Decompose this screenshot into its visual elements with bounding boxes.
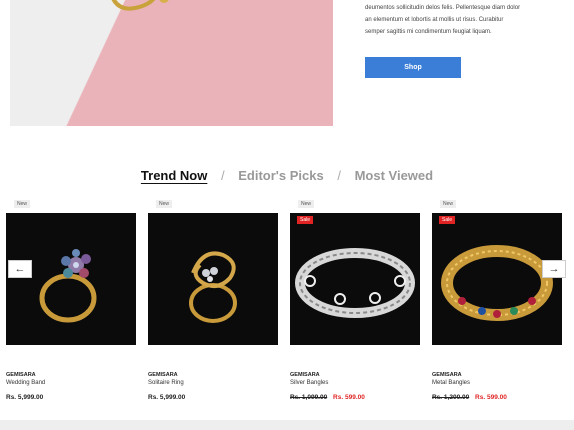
new-badge: New [440, 200, 457, 208]
ring-image [111, 0, 169, 11]
product-image[interactable]: Sale [290, 213, 420, 345]
current-price: Rs. 5,999.00 [148, 394, 186, 401]
hero-image [10, 0, 333, 126]
footer-band [0, 420, 574, 430]
bangle-image [295, 248, 415, 318]
product-price: Rs. 1,200.00 Rs. 599.00 [432, 394, 507, 401]
product-brand: GEMISARA [6, 372, 36, 378]
product-image[interactable] [6, 213, 136, 345]
arrow-left-icon: ← [14, 263, 26, 275]
original-price: Rs. 1,099.00 [290, 394, 328, 401]
hero-description: deumentos sollicitudin delos felis. Pell… [365, 2, 565, 38]
new-badge: New [156, 200, 173, 208]
tab-most-viewed[interactable]: Most Viewed [355, 168, 434, 183]
tab-trend-now[interactable]: Trend Now [141, 168, 207, 183]
original-price: Rs. 1,200.00 [432, 394, 470, 401]
product-name[interactable]: Wedding Band [6, 380, 45, 386]
product-image[interactable]: Sale [432, 213, 562, 345]
product-image[interactable] [148, 213, 278, 345]
bangle-image [441, 245, 553, 321]
carousel-next-button[interactable]: → [542, 260, 566, 278]
carousel-prev-button[interactable]: ← [8, 260, 32, 278]
product-price: Rs. 5,999.00 [148, 394, 185, 401]
arrow-right-icon: → [548, 263, 560, 275]
hero-text-line: semper sagittis mi condimentum feugiat l… [365, 29, 492, 35]
current-price: Rs. 5,999.00 [6, 394, 44, 401]
product-price: Rs. 1,099.00 Rs. 599.00 [290, 394, 365, 401]
product-brand: GEMISARA [290, 372, 320, 378]
hero-text-line: an elementum et lobortis at mollis ut ri… [365, 17, 504, 23]
product-tabs: Trend Now / Editor's Picks / Most Viewed [0, 168, 574, 183]
tab-separator: / [220, 168, 225, 183]
sale-price: Rs. 599.00 [333, 394, 365, 401]
product-price: Rs. 5,999.00 [6, 394, 43, 401]
tab-separator: / [337, 168, 341, 183]
ring-image [39, 249, 97, 323]
hero-text-line: deumentos sollicitudin delos felis. Pell… [365, 5, 521, 11]
product-name[interactable]: Silver Bangles [290, 380, 328, 386]
sale-badge: Sale [297, 216, 314, 224]
product-name[interactable]: Metal Bangles [432, 380, 470, 386]
tab-editors-picks[interactable]: Editor's Picks [238, 168, 323, 183]
product-brand: GEMISARA [432, 372, 462, 378]
product-brand: GEMISARA [148, 372, 178, 378]
shop-button[interactable]: Shop [365, 57, 461, 78]
sale-price: Rs. 599.00 [475, 394, 507, 401]
sale-badge: Sale [439, 216, 456, 224]
ring-image [189, 251, 237, 323]
new-badge: New [14, 200, 31, 208]
product-name[interactable]: Solitaire Ring [148, 380, 184, 386]
new-badge: New [298, 200, 315, 208]
